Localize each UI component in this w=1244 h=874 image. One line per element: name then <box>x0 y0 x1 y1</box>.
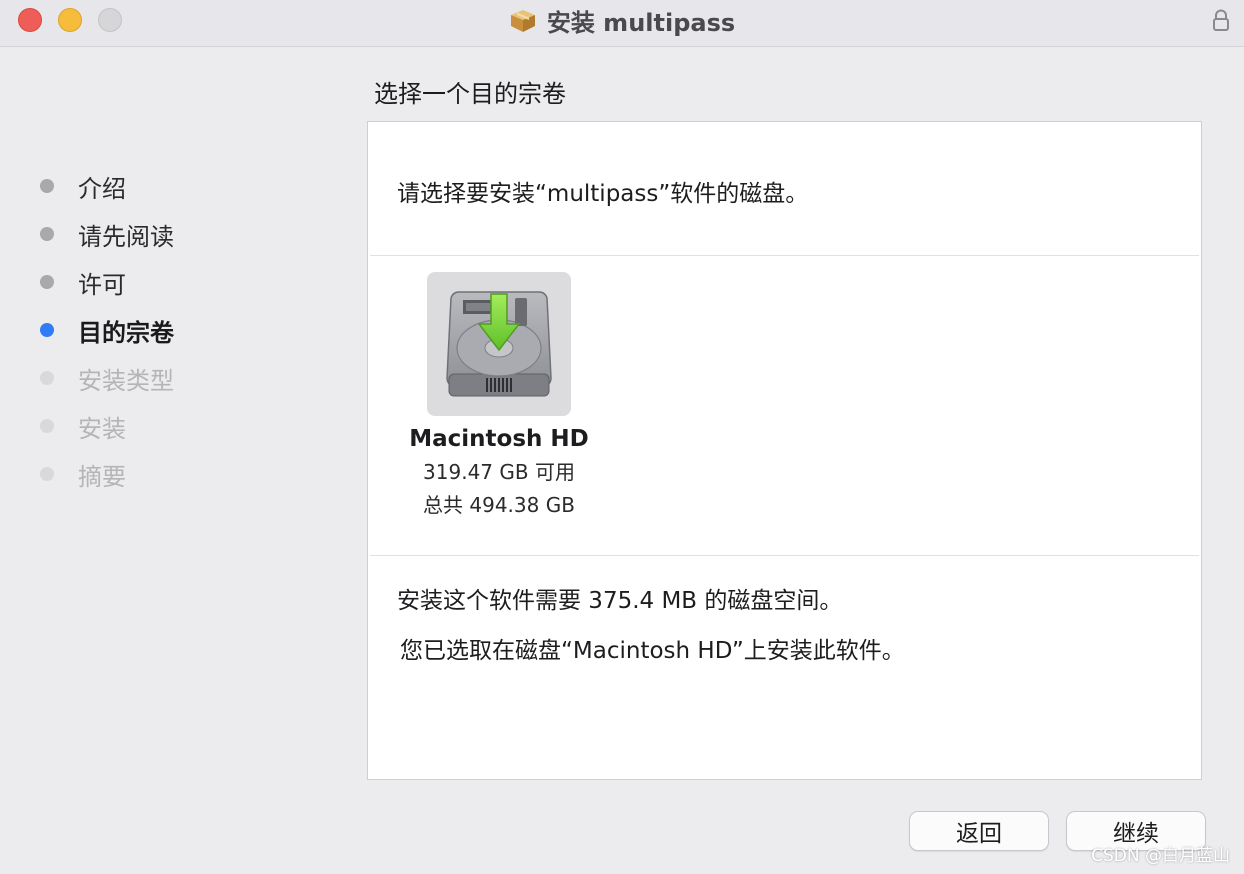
window-title: 安装 multipass <box>546 8 736 37</box>
step-status-dot <box>40 419 54 433</box>
lock-icon[interactable] <box>1212 9 1230 31</box>
steps-sidebar: 介绍 请先阅读 许可 目的宗卷 安装类型 安装 摘要 <box>40 162 340 498</box>
step-status-dot <box>40 467 54 481</box>
selected-disk-text: 您已选取在磁盘“Macintosh HD”上安装此软件。 <box>400 638 905 664</box>
step-label: 许可 <box>78 270 126 299</box>
disk-free-space: 319.47 GB 可用 <box>423 460 575 484</box>
step-status-dot <box>40 179 54 193</box>
step-label: 安装 <box>78 414 126 443</box>
step-license: 许可 <box>40 258 340 306</box>
step-label: 摘要 <box>78 462 126 491</box>
disk-icon-selection[interactable] <box>427 272 571 416</box>
step-intro: 介绍 <box>40 162 340 210</box>
divider <box>370 255 1199 256</box>
step-label: 请先阅读 <box>78 222 174 251</box>
disk-total-space: 总共 494.38 GB <box>423 493 575 517</box>
step-status-dot <box>40 323 54 337</box>
step-label: 安装类型 <box>78 366 174 395</box>
installer-window: 安装 multipass 介绍 请先阅读 许可 目的宗卷 安装类型 安装 摘要 … <box>0 0 1244 874</box>
step-summary: 摘要 <box>40 450 340 498</box>
step-destination: 目的宗卷 <box>40 306 340 354</box>
step-label: 介绍 <box>78 174 126 203</box>
watermark: CSDN @白月蓝山 <box>1091 846 1230 866</box>
title-bar[interactable]: 安装 multipass <box>0 0 1244 47</box>
divider <box>370 555 1199 556</box>
step-label: 目的宗卷 <box>78 318 174 347</box>
hard-disk-download-icon <box>446 291 552 397</box>
step-status-dot <box>40 275 54 289</box>
step-install-type: 安装类型 <box>40 354 340 402</box>
back-button[interactable]: 返回 <box>909 811 1049 851</box>
window-title-group: 安装 multipass <box>0 0 1244 40</box>
disk-name: Macintosh HD <box>409 426 589 452</box>
step-readme: 请先阅读 <box>40 210 340 258</box>
disk-option-macintosh-hd[interactable]: Macintosh HD 319.47 GB 可用 总共 494.38 GB <box>394 272 604 518</box>
page-heading: 选择一个目的宗卷 <box>374 80 566 108</box>
step-status-dot <box>40 371 54 385</box>
package-icon <box>510 10 535 32</box>
step-install: 安装 <box>40 402 340 450</box>
destination-panel: 请选择要安装“multipass”软件的磁盘。 Macintosh HD 319… <box>367 121 1202 780</box>
step-status-dot <box>40 227 54 241</box>
instruction-text: 请选择要安装“multipass”软件的磁盘。 <box>397 181 809 207</box>
required-space-text: 安装这个软件需要 375.4 MB 的磁盘空间。 <box>397 588 843 614</box>
